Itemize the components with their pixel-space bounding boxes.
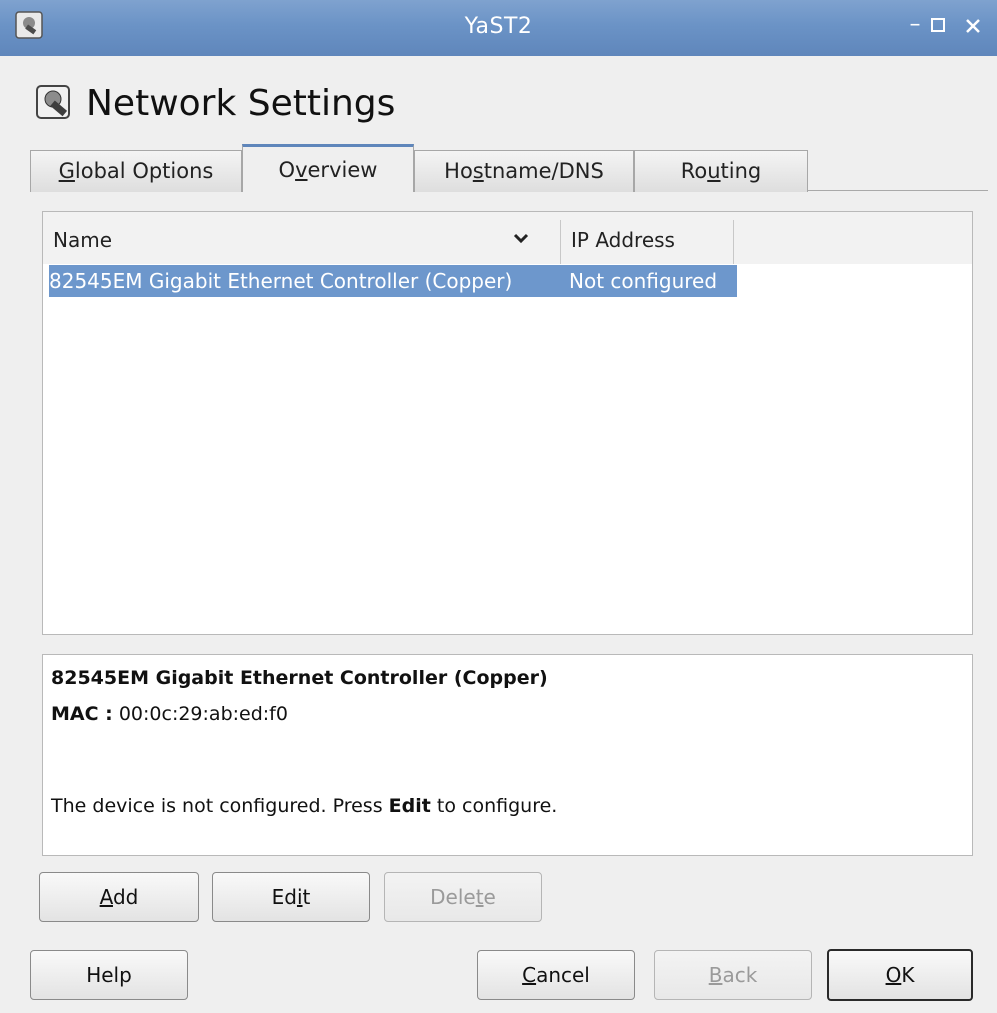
cancel-button[interactable]: Cancel [477, 950, 635, 1000]
window-title: YaST2 [464, 14, 533, 39]
mac-value: 00:0c:29:ab:ed:f0 [118, 703, 288, 725]
minimize-icon[interactable]: – [902, 12, 928, 38]
button-label-mnemonic: O [885, 963, 902, 987]
cell-ip-address: Not configured [569, 269, 718, 293]
tab-label-mnemonic: s [472, 159, 484, 183]
tab-label-post: tname/DNS [483, 159, 604, 183]
table-header: Name IP Address [43, 212, 972, 264]
table-row[interactable]: 82545EM Gigabit Ethernet Controller (Cop… [49, 265, 737, 297]
cell-device-name: 82545EM Gigabit Ethernet Controller (Cop… [49, 269, 513, 293]
button-label-post: K [901, 963, 915, 987]
tab-label-post: ting [720, 159, 762, 183]
tab-bar: Global Options Overview Hostname/DNS Rou… [30, 144, 990, 192]
message-text-post: to configure. [436, 795, 558, 817]
tab-label-mnemonic: u [707, 159, 721, 183]
maximize-icon[interactable] [930, 17, 946, 33]
tab-label-pre: Ho [444, 159, 473, 183]
tab-hostname-dns[interactable]: Hostname/DNS [414, 150, 634, 192]
button-label-post: e [483, 885, 496, 909]
mac-label: MAC : [51, 703, 113, 725]
tab-label-pre: O [278, 158, 296, 182]
column-separator[interactable] [733, 220, 734, 264]
window-titlebar[interactable]: YaST2 – [0, 0, 997, 56]
button-label-mnemonic: C [522, 963, 537, 987]
device-table[interactable]: Name IP Address 82545EM Gigabit Ethernet… [42, 211, 973, 635]
column-header-name[interactable]: Name [43, 212, 560, 264]
details-message: The device is not configured. Press Edit… [51, 795, 557, 817]
details-title: 82545EM Gigabit Ethernet Controller (Cop… [51, 667, 548, 689]
button-label-pre: Ed [271, 885, 297, 909]
button-label-mnemonic: A [99, 885, 113, 909]
button-label-post: ack [722, 963, 758, 987]
button-label: Help [86, 963, 132, 987]
details-mac: MAC : 00:0c:29:ab:ed:f0 [51, 703, 288, 725]
button-label-mnemonic: t [475, 885, 484, 909]
column-header-ip-address[interactable]: IP Address [561, 212, 733, 264]
tab-routing[interactable]: Routing [634, 150, 808, 192]
tab-label-post: lobal Options [74, 159, 214, 183]
button-label-post: dd [112, 885, 139, 909]
close-icon[interactable] [964, 17, 982, 35]
tab-global-options[interactable]: Global Options [30, 150, 242, 192]
tab-label-mnemonic: G [58, 159, 75, 183]
tab-label-post: erview [307, 158, 378, 182]
button-label-post: t [302, 885, 311, 909]
ok-button[interactable]: OK [827, 949, 973, 1001]
edit-button[interactable]: Edit [212, 872, 370, 922]
device-details-pane: 82545EM Gigabit Ethernet Controller (Cop… [42, 654, 973, 856]
help-button[interactable]: Help [30, 950, 188, 1000]
button-label-post: ancel [536, 963, 590, 987]
tab-overview[interactable]: Overview [242, 144, 414, 192]
tab-label-mnemonic: v [295, 158, 308, 182]
message-text-pre: The device is not configured. Press [51, 795, 383, 817]
page-heading: Network Settings [34, 80, 395, 126]
button-label-mnemonic: B [708, 963, 723, 987]
delete-button[interactable]: Delete [384, 872, 542, 922]
add-button[interactable]: Add [39, 872, 199, 922]
tab-label-pre: Ro [680, 159, 708, 183]
chevron-down-icon[interactable] [513, 230, 529, 246]
button-label-pre: Dele [430, 885, 476, 909]
back-button[interactable]: Back [654, 950, 812, 1000]
page-title: Network Settings [86, 82, 396, 124]
network-settings-icon [36, 85, 70, 119]
message-text-bold: Edit [388, 795, 431, 817]
